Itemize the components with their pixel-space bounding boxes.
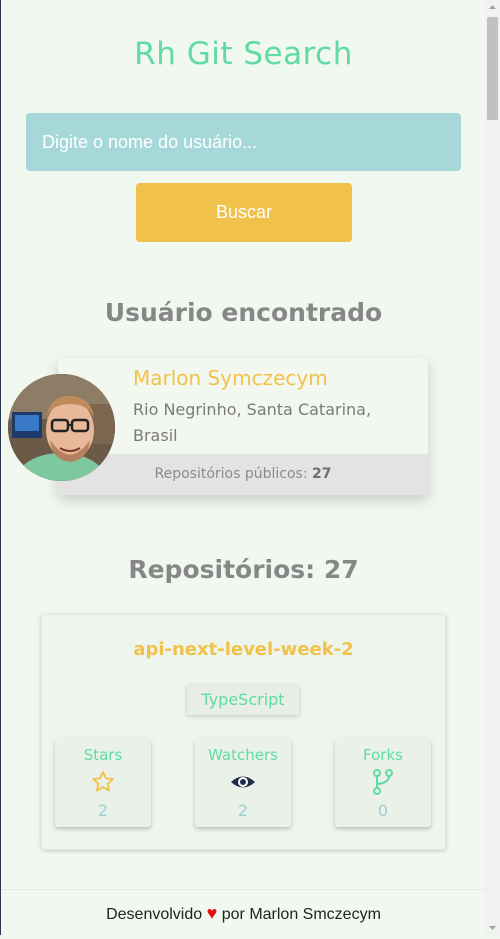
stars-value: 2 xyxy=(97,801,109,820)
public-repos-bar: Repositórios públicos: 27 xyxy=(58,454,428,495)
search-button[interactable]: Buscar xyxy=(136,183,352,242)
forks-stat: Forks 0 xyxy=(335,739,431,827)
repo-language-badge: TypeScript xyxy=(187,685,299,715)
stars-stat: Stars 2 xyxy=(55,739,151,827)
repo-card: api-next-level-week-2 TypeScript Stars 2… xyxy=(41,614,446,850)
avatar-photo xyxy=(8,374,115,481)
scroll-up-arrow-icon[interactable] xyxy=(485,0,500,15)
watchers-value: 2 xyxy=(237,801,249,820)
forks-value: 0 xyxy=(377,801,389,820)
eye-icon xyxy=(195,769,291,797)
public-repos-label: Repositórios públicos: xyxy=(154,466,308,482)
public-repos-count: 27 xyxy=(312,466,332,482)
star-icon xyxy=(55,769,151,797)
forks-label: Forks xyxy=(363,746,403,764)
watchers-stat: Watchers 2 xyxy=(195,739,291,827)
footer: Desenvolvido ♥ por Marlon Smczecym xyxy=(1,889,486,935)
avatar xyxy=(8,374,115,481)
user-name[interactable]: Marlon Symczecym xyxy=(133,366,328,390)
scroll-down-arrow-icon[interactable] xyxy=(485,920,500,935)
user-location: Rio Negrinho, Santa Catarina, Brasil xyxy=(133,400,372,445)
footer-text-after: por Marlon Smczecym xyxy=(221,906,381,923)
watchers-label: Watchers xyxy=(208,746,278,764)
repo-name[interactable]: api-next-level-week-2 xyxy=(41,639,446,660)
user-found-heading: Usuário encontrado xyxy=(104,298,383,327)
footer-text-before: Desenvolvido xyxy=(106,906,203,923)
username-search-input[interactable] xyxy=(26,113,461,171)
repositories-heading: Repositórios: 27 xyxy=(128,555,359,584)
vertical-scrollbar[interactable] xyxy=(485,0,500,935)
app-title: Rh Git Search xyxy=(134,36,353,72)
fork-icon xyxy=(335,769,431,797)
scrollbar-thumb[interactable] xyxy=(487,17,498,120)
heart-icon: ♥ xyxy=(206,903,218,923)
stars-label: Stars xyxy=(83,746,123,764)
